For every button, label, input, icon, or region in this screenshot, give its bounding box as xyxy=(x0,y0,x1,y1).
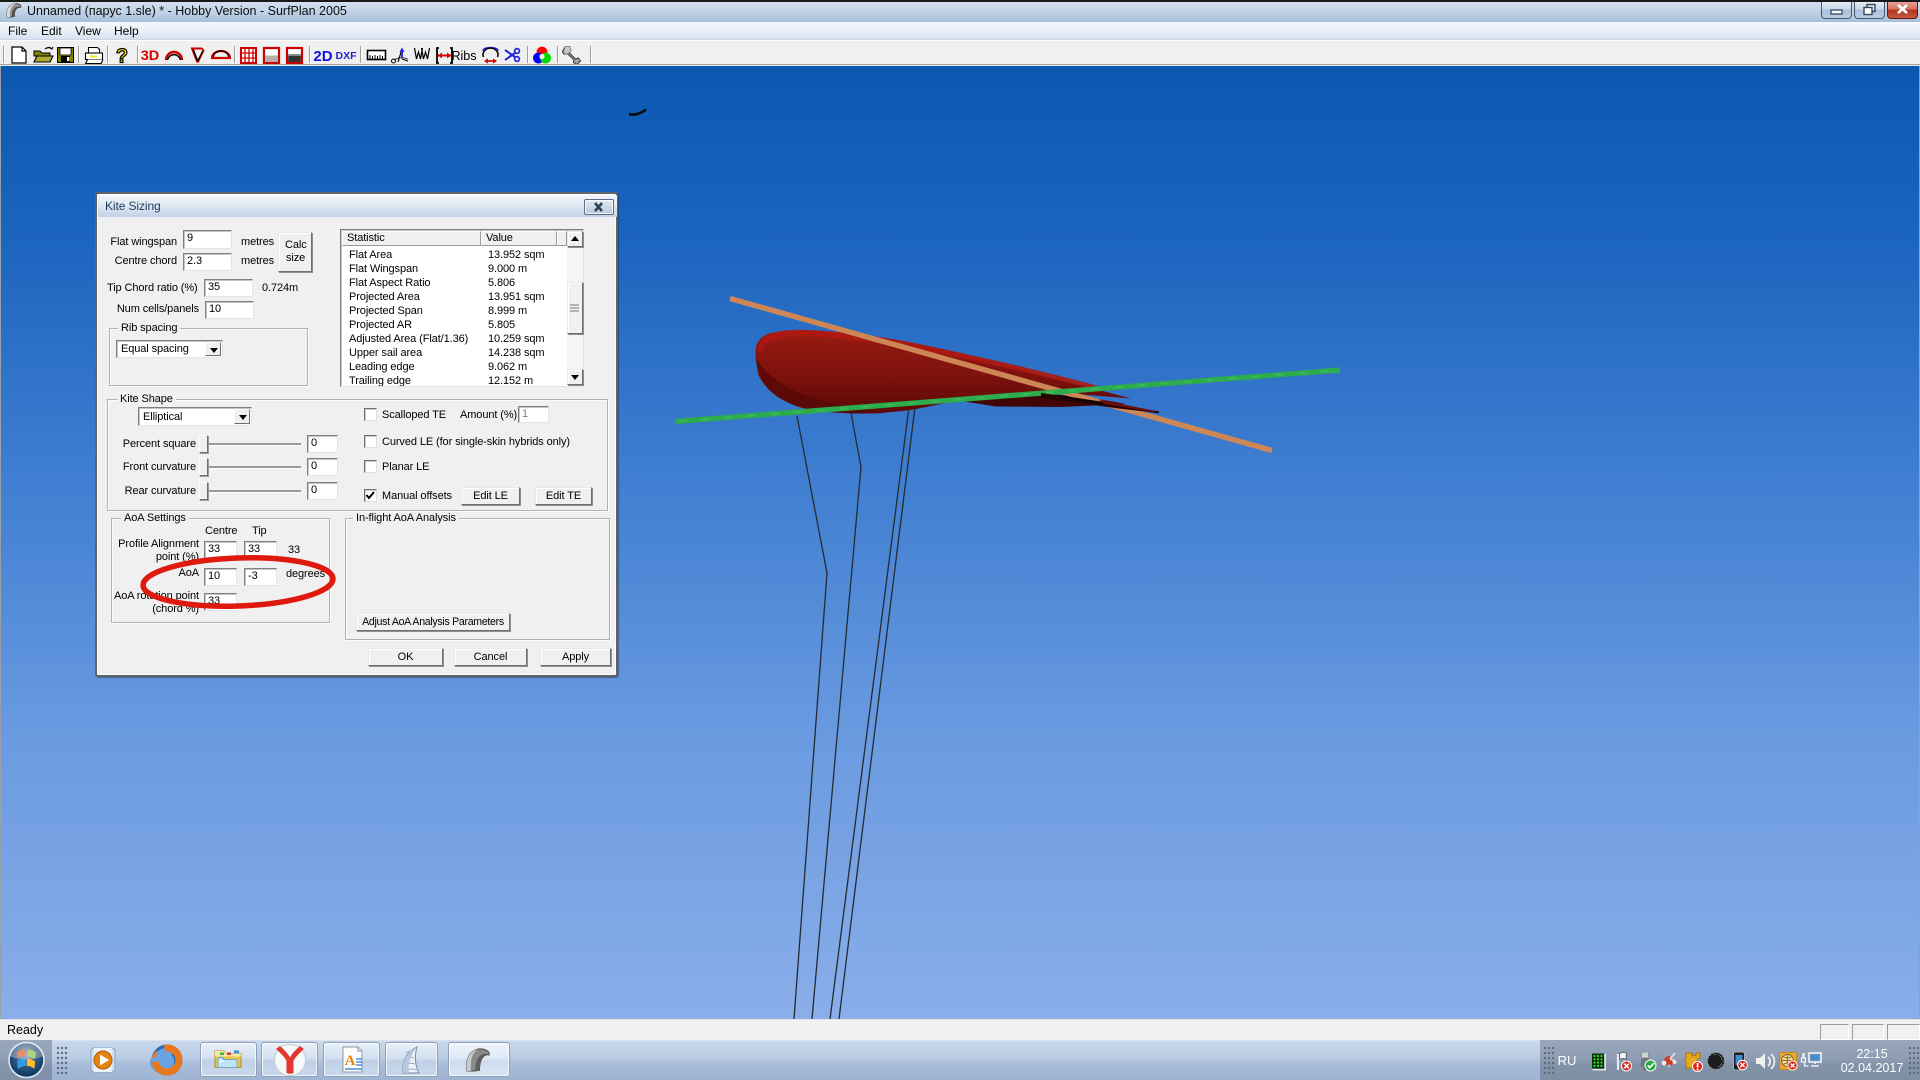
svg-text:02.04.2017: 02.04.2017 xyxy=(1841,1061,1904,1075)
svg-text:RU: RU xyxy=(1558,1053,1577,1068)
svg-text:22:15: 22:15 xyxy=(1856,1047,1887,1061)
svg-text:3D: 3D xyxy=(141,47,160,63)
svg-text:2D: 2D xyxy=(313,48,332,65)
svg-text:DXF: DXF xyxy=(336,50,358,62)
svg-text:A: A xyxy=(345,1053,356,1069)
svg-text:Ribs: Ribs xyxy=(451,49,476,63)
